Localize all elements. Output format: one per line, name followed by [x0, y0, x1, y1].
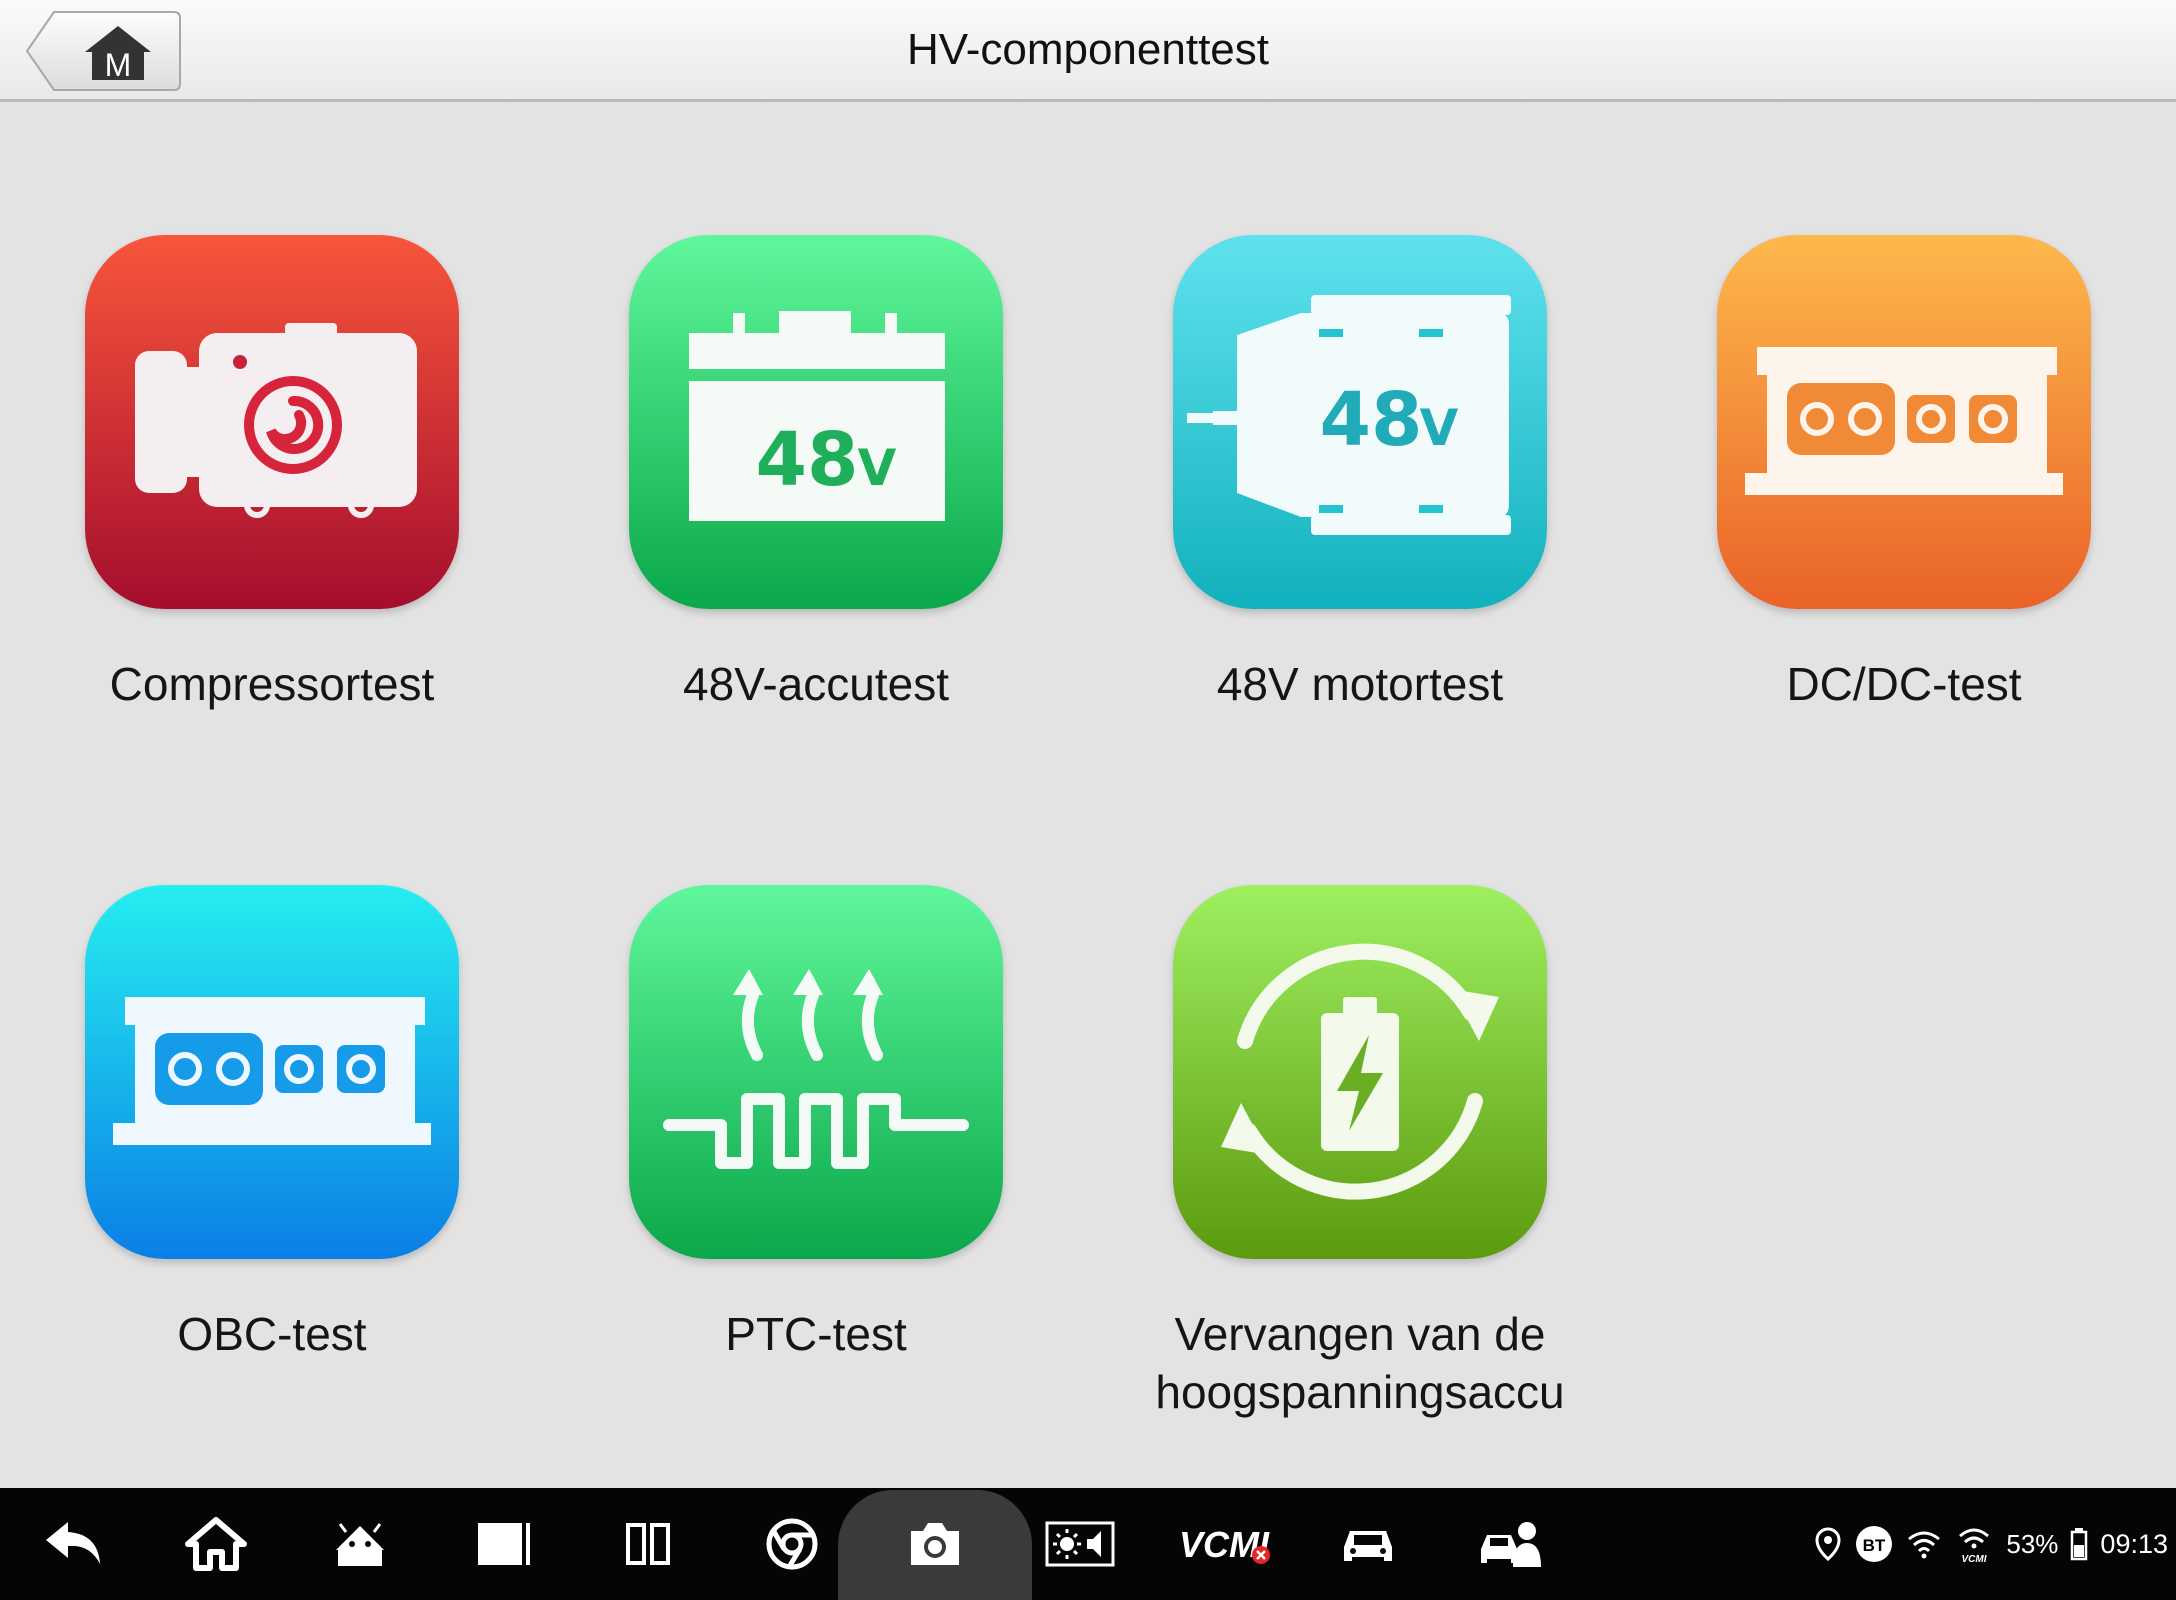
battery-icon: [2071, 1528, 2088, 1561]
battery-percentage: 53%: [2006, 1528, 2059, 1559]
battery-replace-icon: [1173, 885, 1547, 1259]
location-icon: [1815, 1527, 1841, 1561]
brightness-volume-button[interactable]: [1030, 1488, 1130, 1600]
tile-label: PTC-test: [725, 1308, 907, 1360]
screenshot-button[interactable]: [885, 1488, 985, 1600]
dcdc-converter-icon: [1717, 235, 2091, 609]
title-bar: M HV-componenttest: [0, 0, 2176, 102]
home-nav-button[interactable]: [166, 1488, 266, 1600]
svg-text:V: V: [858, 439, 897, 497]
tile-battery-replacement[interactable]: Vervangen van de hoogspanningsaccu: [1088, 885, 1632, 1445]
tile-label: 48V motortest: [1216, 658, 1504, 710]
car-support-button[interactable]: [1462, 1488, 1562, 1600]
svg-text:V: V: [1420, 399, 1459, 457]
tile-label-line: hoogspanningsaccu: [1155, 1366, 1565, 1418]
compressor-icon: [85, 235, 459, 609]
tile-label-line: Vervangen van de: [1174, 1308, 1546, 1360]
tile-ptc-test[interactable]: PTC-test: [544, 885, 1088, 1445]
tile-compressortest[interactable]: Compressortest: [0, 235, 544, 795]
battery-48v-icon: 48 V: [629, 235, 1003, 609]
bluetooth-status-icon: BT: [1856, 1526, 1893, 1562]
status-area: BT VCMI 53% 09:13: [1814, 1488, 2168, 1600]
tile-48v-motortest[interactable]: 48 V 48V motortest: [1088, 235, 1632, 795]
tile-dcdc-test[interactable]: DC/DC-test: [1632, 235, 2176, 795]
back-button[interactable]: [24, 1488, 124, 1600]
svg-text:48: 48: [756, 417, 859, 503]
tile-label: Compressortest: [109, 658, 435, 710]
svg-text:VCMI: VCMI: [1962, 1554, 1987, 1564]
home-icon: [185, 1517, 247, 1571]
vcmi-wifi-icon: VCMI: [1959, 1528, 1990, 1564]
browser-button[interactable]: [742, 1488, 842, 1600]
android-icon: [336, 1523, 384, 1566]
android-button[interactable]: [310, 1488, 410, 1600]
car-support-icon: [1481, 1522, 1541, 1567]
svg-text:BT: BT: [1863, 1536, 1886, 1555]
system-navigation-bar: VCMI BT VCMI 53% 09:13: [0, 1488, 2176, 1600]
tile-obc-test[interactable]: OBC-test: [0, 885, 544, 1445]
recent-apps-button[interactable]: [454, 1488, 554, 1600]
car-icon: [1344, 1531, 1392, 1561]
split-screen-button[interactable]: [598, 1488, 698, 1600]
tile-label: 48V-accutest: [683, 658, 949, 710]
recent-apps-icon: [478, 1523, 530, 1565]
vcmi-icon: VCMI: [1179, 1524, 1270, 1565]
onboard-charger-icon: [85, 885, 459, 1259]
svg-text:48: 48: [1320, 377, 1423, 463]
back-icon: [46, 1522, 100, 1564]
wifi-icon: [1908, 1531, 1941, 1559]
camera-icon: [911, 1523, 959, 1565]
ptc-heater-icon: [629, 885, 1003, 1259]
vcmi-button[interactable]: VCMI: [1170, 1488, 1280, 1600]
car-button[interactable]: [1318, 1488, 1418, 1600]
tile-label: Vervangen van de hoogspanningsaccu: [1088, 1305, 1632, 1421]
split-screen-icon: [626, 1523, 670, 1565]
motor-48v-icon: 48 V: [1173, 235, 1547, 609]
tile-label: DC/DC-test: [1786, 658, 2022, 710]
brightness-volume-icon: [1045, 1521, 1115, 1567]
tile-48v-accutest[interactable]: 48 V 48V-accutest: [544, 235, 1088, 795]
clock: 09:13: [2100, 1528, 2168, 1559]
page-title: HV-componenttest: [907, 25, 1269, 74]
browser-icon: [766, 1518, 818, 1570]
tile-label: OBC-test: [177, 1308, 367, 1360]
